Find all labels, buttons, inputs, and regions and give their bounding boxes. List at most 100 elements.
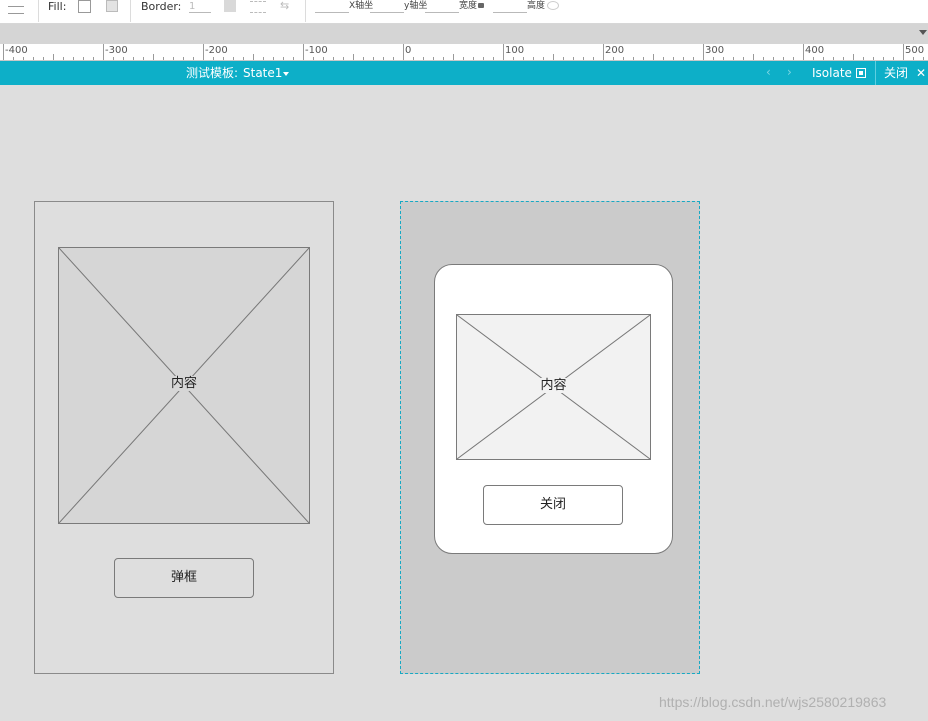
ruler-label: 0 (405, 45, 412, 56)
ruler-tick (383, 57, 384, 60)
ruler-tick (483, 57, 484, 60)
panel-title: 测试模板: (186, 66, 239, 80)
ruler-tick (243, 57, 244, 60)
lock-icon[interactable] (478, 3, 484, 8)
ruler-tick (303, 44, 304, 60)
ruler-tick (223, 57, 224, 60)
ruler-label: -100 (305, 45, 328, 56)
close-icon[interactable]: ✕ (916, 66, 926, 80)
ruler-tick (263, 57, 264, 60)
ruler-tick (923, 57, 924, 60)
ruler-tick (173, 57, 174, 60)
border-width-input[interactable]: 1 (189, 1, 211, 13)
ruler-tick (313, 57, 314, 60)
popup-button[interactable]: 弹框 (114, 558, 254, 598)
height-label: 高度 (527, 1, 546, 11)
toolbar-divider (38, 0, 39, 22)
ruler-tick (863, 57, 864, 60)
ruler-tick (323, 57, 324, 60)
ruler-tick (393, 57, 394, 60)
ruler-tick (353, 54, 354, 60)
ruler-tick (463, 57, 464, 60)
y-input[interactable] (370, 1, 404, 13)
ruler-label: 300 (705, 45, 725, 56)
ruler-tick (293, 57, 294, 60)
ruler-label: -400 (5, 45, 28, 56)
ruler-tick (213, 57, 214, 60)
ruler-tick (403, 44, 404, 60)
ruler-tick (593, 57, 594, 60)
visibility-icon[interactable] (547, 1, 559, 10)
ruler-tick (73, 57, 74, 60)
dialog-box[interactable]: 内容 关闭 (434, 264, 673, 554)
arrow-style-icon[interactable]: ⇆ (280, 0, 289, 12)
ruler-tick (733, 57, 734, 60)
ruler-tick (693, 57, 694, 60)
ruler-tick (233, 57, 234, 60)
ruler-tick (533, 57, 534, 60)
chevron-left-icon[interactable]: ‹ (766, 65, 771, 79)
ruler-tick (633, 57, 634, 60)
ruler-tick (673, 57, 674, 60)
ruler-tick (423, 57, 424, 60)
height-input[interactable] (493, 1, 527, 13)
ruler-label: 200 (605, 45, 625, 56)
ruler-label: 100 (505, 45, 525, 56)
ruler-tick (83, 57, 84, 60)
isolate-button[interactable]: Isolate (812, 66, 852, 80)
image-placeholder[interactable]: 内容 (58, 247, 310, 524)
ruler-tick (103, 44, 104, 60)
ruler-tick (703, 44, 704, 60)
ruler-tick (773, 57, 774, 60)
image-placeholder[interactable]: 内容 (456, 314, 651, 460)
ruler-tick (553, 54, 554, 60)
close-dialog-button[interactable]: 关闭 (483, 485, 623, 525)
y-label: y轴坐 (404, 1, 428, 11)
border-style-icon[interactable] (250, 1, 266, 13)
ruler-tick (193, 57, 194, 60)
ruler-tick (893, 57, 894, 60)
ruler-tick (203, 44, 204, 60)
ruler-tick (283, 57, 284, 60)
state-dropdown[interactable]: State1 (243, 66, 282, 80)
ruler-tick (493, 57, 494, 60)
expand-arrow-icon[interactable] (919, 30, 927, 35)
ruler-label: 400 (805, 45, 825, 56)
ruler-tick (373, 57, 374, 60)
ruler-tick (543, 57, 544, 60)
ruler-tick (133, 57, 134, 60)
mobile-frame-left[interactable]: 内容 弹框 (34, 201, 334, 674)
ruler-tick (453, 54, 454, 60)
fill-label: Fill: (48, 0, 67, 13)
drag-handle-icon[interactable] (8, 6, 24, 14)
placeholder-label: 内容 (166, 376, 201, 391)
width-input[interactable] (425, 1, 459, 13)
ruler-tick (843, 57, 844, 60)
ruler-tick (33, 57, 34, 60)
isolate-icon[interactable] (856, 68, 866, 78)
ruler-tick (653, 54, 654, 60)
ruler-tick (183, 57, 184, 60)
ruler-tick (663, 57, 664, 60)
header-divider (875, 61, 876, 85)
ruler-tick (363, 57, 364, 60)
width-label: 宽度 (459, 1, 478, 11)
ruler-tick (113, 57, 114, 60)
x-input[interactable] (315, 1, 349, 13)
caret-down-icon[interactable] (283, 72, 289, 76)
fill-style-icon[interactable] (106, 0, 118, 12)
border-color-icon[interactable] (224, 0, 236, 12)
ruler-tick (913, 57, 914, 60)
close-panel-button[interactable]: 关闭 (884, 66, 908, 80)
ruler-tick (813, 57, 814, 60)
fill-color-swatch[interactable] (78, 0, 91, 13)
ruler-label: -300 (105, 45, 128, 56)
ruler-tick (853, 54, 854, 60)
ruler-tick (613, 57, 614, 60)
toolbar-divider (305, 0, 306, 22)
ruler-label: -200 (205, 45, 228, 56)
chevron-right-icon[interactable]: › (787, 65, 792, 79)
ruler-tick (503, 44, 504, 60)
ruler-tick (783, 57, 784, 60)
dynamic-panel[interactable]: 内容 关闭 (400, 201, 700, 674)
